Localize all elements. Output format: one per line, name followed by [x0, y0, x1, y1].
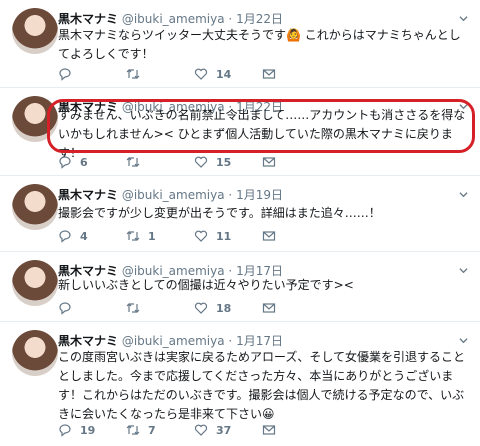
like-button[interactable]: 11 — [194, 228, 231, 244]
like-button[interactable]: 37 — [194, 422, 231, 438]
tweet[interactable]: 黒木マナミ @ibuki_amemiya · 1月22日 黒木マナミならツイッタ… — [0, 0, 480, 88]
avatar[interactable] — [12, 8, 58, 54]
user-handle[interactable]: @ibuki_amemiya — [122, 188, 225, 202]
retweet-icon — [126, 425, 140, 435]
tweet-date[interactable]: · 1月17日 — [228, 334, 283, 348]
reply-button[interactable]: 6 — [58, 154, 88, 170]
dm-button[interactable] — [262, 154, 284, 170]
retweet-button[interactable] — [126, 154, 148, 170]
user-handle[interactable]: @ibuki_amemiya — [122, 12, 225, 26]
retweet-icon — [126, 69, 140, 79]
like-count: 14 — [216, 67, 232, 81]
reply-count: 19 — [80, 423, 96, 437]
tweet-header: 黒木マナミ @ibuki_amemiya · 1月22日 — [58, 10, 283, 27]
reply-icon — [59, 68, 71, 81]
tweet-actions: 4 1 11 — [58, 228, 458, 244]
reply-button[interactable]: 19 — [58, 422, 95, 438]
chevron-down-icon[interactable] — [459, 336, 468, 345]
tweet-actions: 6 15 — [58, 154, 458, 170]
tweet-date[interactable]: · 1月22日 — [228, 12, 283, 26]
retweet-icon — [126, 157, 140, 167]
avatar[interactable] — [12, 260, 58, 306]
like-button[interactable]: 14 — [194, 66, 231, 82]
tweet[interactable]: 黒木マナミ @ibuki_amemiya · 1月17日 この度雨宮いぶきは実家… — [0, 322, 480, 446]
reply-icon — [59, 156, 71, 169]
like-count: 11 — [216, 229, 232, 243]
avatar[interactable] — [12, 330, 58, 376]
retweet-icon — [126, 231, 140, 241]
tweet-actions: 18 — [58, 300, 458, 316]
retweet-count: 7 — [148, 423, 156, 437]
reply-button[interactable]: 4 — [58, 228, 88, 244]
display-name[interactable]: 黒木マナミ — [58, 12, 118, 26]
dm-button[interactable] — [262, 66, 284, 82]
tweet-text: 撮影会ですが少し変更が出そうです。詳細はまた追々……！ — [58, 206, 381, 220]
dm-button[interactable] — [262, 228, 284, 244]
heart-icon — [194, 424, 208, 436]
tweet-header: 黒木マナミ @ibuki_amemiya · 1月19日 — [58, 186, 283, 203]
tweet-date[interactable]: · 1月19日 — [228, 188, 283, 202]
heart-icon — [194, 68, 208, 80]
chevron-down-icon[interactable] — [459, 14, 468, 23]
like-count: 37 — [216, 423, 232, 437]
user-handle[interactable]: @ibuki_amemiya — [122, 334, 225, 348]
dm-button[interactable] — [262, 422, 284, 438]
tweet-actions: 19 7 37 — [58, 422, 458, 438]
like-count: 18 — [216, 301, 232, 315]
envelope-icon — [262, 69, 276, 79]
reply-icon — [59, 302, 71, 315]
retweet-count: 1 — [148, 229, 156, 243]
like-button[interactable]: 15 — [194, 154, 231, 170]
reply-button[interactable] — [58, 66, 80, 82]
reply-count: 6 — [80, 155, 88, 169]
tweet-text: 黒木マナミならツイッター大丈夫そうです🙆 これからはマナミちゃんとしてよろしくで… — [58, 28, 461, 61]
tweet[interactable]: 黒木マナミ @ibuki_amemiya · 1月17日 新しいいぶきとしての個… — [0, 252, 480, 322]
tweet[interactable]: 黒木マナミ @ibuki_amemiya · 1月22日 すみません、いぶきの名… — [0, 88, 480, 176]
heart-icon — [194, 230, 208, 242]
tweet[interactable]: 黒木マナミ @ibuki_amemiya · 1月19日 撮影会ですが少し変更が… — [0, 176, 480, 252]
reply-count: 4 — [80, 229, 88, 243]
tweet-text: 新しいいぶきとしての個撮は近々やりたい予定です>< — [58, 278, 354, 292]
like-count: 15 — [216, 155, 232, 169]
envelope-icon — [262, 231, 276, 241]
dm-button[interactable] — [262, 300, 284, 316]
retweet-button[interactable] — [126, 300, 148, 316]
retweet-icon — [126, 303, 140, 313]
retweet-button[interactable]: 1 — [126, 228, 156, 244]
display-name[interactable]: 黒木マナミ — [58, 188, 118, 202]
like-button[interactable]: 18 — [194, 300, 231, 316]
reply-icon — [59, 230, 71, 243]
tweet-actions: 14 — [58, 66, 458, 82]
display-name[interactable]: 黒木マナミ — [58, 334, 118, 348]
envelope-icon — [262, 425, 276, 435]
envelope-icon — [262, 157, 276, 167]
heart-icon — [194, 156, 208, 168]
tweet-header: 黒木マナミ @ibuki_amemiya · 1月17日 — [58, 332, 283, 349]
reply-icon — [59, 424, 71, 437]
tweet-text: この度雨宮いぶきは実家に戻るためアローズ、そして女優業を引退することとしました。… — [58, 350, 466, 421]
chevron-down-icon[interactable] — [459, 266, 468, 275]
envelope-icon — [262, 303, 276, 313]
heart-icon — [194, 302, 208, 314]
chevron-down-icon[interactable] — [459, 190, 468, 199]
avatar[interactable] — [12, 184, 58, 230]
avatar[interactable] — [12, 96, 58, 142]
reply-button[interactable] — [58, 300, 80, 316]
retweet-button[interactable]: 7 — [126, 422, 156, 438]
retweet-button[interactable] — [126, 66, 148, 82]
